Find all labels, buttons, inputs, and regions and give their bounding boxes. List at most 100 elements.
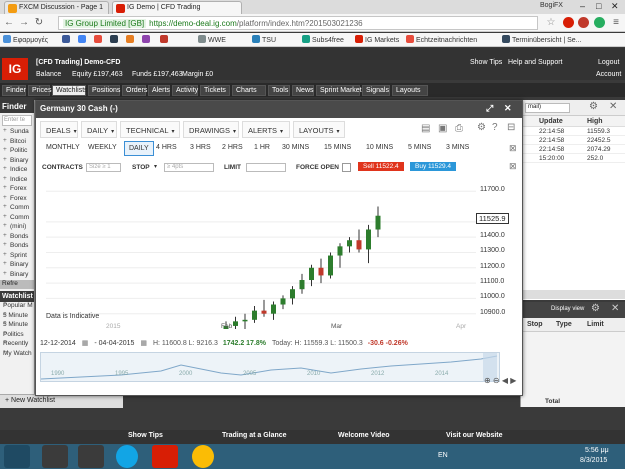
show-tips-link[interactable]: Show Tips — [470, 59, 502, 66]
browser-tab[interactable]: FXCM Discussion - Page 1 — [4, 1, 109, 14]
col-limit[interactable]: Limit — [587, 321, 604, 328]
candle-body[interactable] — [318, 267, 324, 276]
nav-prices[interactable]: Prices — [28, 85, 51, 96]
close-order-icon[interactable]: ⊠ — [509, 161, 517, 172]
nav-signals[interactable]: Signals — [362, 85, 390, 96]
reload-icon[interactable]: ↻ — [32, 16, 46, 30]
account-link[interactable]: Account — [596, 71, 621, 78]
col-stop[interactable]: Stop — [527, 321, 543, 328]
finder-item[interactable]: Bitcoi — [0, 138, 34, 148]
price-chart[interactable] — [46, 179, 476, 329]
extension-icon[interactable] — [563, 17, 574, 28]
clock-time[interactable]: 5:56 μμ — [585, 447, 609, 454]
address-bar[interactable]: IG Group Limited [GB] https://demo-deal.i… — [58, 16, 538, 30]
bookmark-item[interactable]: Εφαρμογές — [3, 35, 48, 44]
size-input[interactable]: Size ≥ 1 — [86, 163, 121, 172]
candle-body[interactable] — [242, 319, 248, 322]
stop-dropdown-icon[interactable]: ▾ — [154, 163, 157, 170]
menu-icon[interactable]: ≡ — [609, 16, 623, 30]
chart-menu-alerts[interactable]: ALERTS ▾ — [242, 121, 290, 138]
candle-body[interactable] — [290, 289, 295, 299]
account-title[interactable]: [CFD Trading] Demo-CFD — [36, 59, 120, 66]
candle-body[interactable] — [375, 215, 381, 230]
finder-item[interactable]: Binary — [0, 261, 34, 271]
finder-item[interactable]: Forex — [0, 185, 34, 195]
chart-title-bar[interactable]: Germany 30 Cash (-) ⤢ ✕ — [36, 101, 522, 118]
price-row[interactable]: 22:14:58 22452.5 — [521, 136, 625, 145]
timeframe-1-hr[interactable]: 1 HR — [250, 141, 274, 156]
finder-item[interactable]: Indice — [0, 176, 34, 186]
candle-body[interactable] — [252, 310, 257, 320]
close-window-icon[interactable]: ✕ — [611, 1, 619, 12]
bookmark-item[interactable]: Subs4free — [302, 35, 344, 44]
candle-body[interactable] — [309, 267, 314, 281]
watchlist-item[interactable]: 5 Minute — [0, 312, 34, 322]
finder-item[interactable]: Comm — [0, 204, 34, 214]
timeframe-5-mins[interactable]: 5 MINS — [404, 141, 435, 156]
nav-layouts[interactable]: Layouts — [392, 85, 428, 96]
show-tips-footer-link[interactable]: Show Tips — [128, 432, 163, 439]
force-open-checkbox[interactable] — [342, 163, 351, 172]
bookmark-item[interactable] — [160, 35, 170, 44]
timeframe-3-hrs[interactable]: 3 HRS — [186, 141, 215, 156]
candle-body[interactable] — [261, 310, 267, 314]
help-link[interactable]: Help and Support — [508, 59, 562, 66]
app-icon[interactable] — [42, 445, 68, 468]
bookmark-item[interactable]: TSU — [252, 35, 276, 44]
timeframe-10-mins[interactable]: 10 MINS — [362, 141, 397, 156]
image-icon[interactable]: ▣ — [438, 123, 447, 134]
chrome-icon[interactable] — [192, 445, 214, 468]
finder-item[interactable]: Binary — [0, 271, 34, 281]
nav-sprint-markets[interactable]: Sprint Markets — [316, 85, 365, 96]
finder-item[interactable]: Forex — [0, 195, 34, 205]
timeframe-30-mins[interactable]: 30 MINS — [278, 141, 313, 156]
date-to[interactable]: 04-04-2015 — [99, 340, 135, 347]
nav-positions[interactable]: Positions — [88, 85, 120, 96]
bookmark-item[interactable] — [142, 35, 152, 44]
minimize-icon[interactable]: – — [580, 1, 585, 11]
nav-orders[interactable]: Orders — [122, 85, 147, 96]
bookmark-item[interactable] — [62, 35, 72, 44]
close-icon[interactable]: ✕ — [504, 103, 512, 114]
timeframe-daily[interactable]: DAILY — [124, 141, 154, 156]
timeframe-4-hrs[interactable]: 4 HRS — [152, 141, 181, 156]
stop-label[interactable]: STOP — [132, 164, 150, 171]
bookmark-item[interactable]: WWE — [198, 35, 226, 44]
chart-menu-layouts[interactable]: LAYOUTS ▾ — [293, 121, 345, 138]
price-row[interactable]: 15:20:00 252.0 — [521, 154, 625, 163]
navigator-controls-icon[interactable]: ⊕ ⊖ ◀ ▶ — [484, 376, 516, 385]
market-dropdown[interactable]: mail) — [525, 103, 570, 113]
new-watchlist-button[interactable]: + New Watchlist — [5, 397, 55, 404]
timeframe-monthly[interactable]: MONTHLY — [42, 141, 84, 156]
chart-menu-deals[interactable]: DEALS ▾ — [40, 121, 78, 138]
logout-link[interactable]: Logout — [598, 59, 619, 66]
nav-tools[interactable]: Tools — [268, 85, 290, 96]
col-update[interactable]: Update — [539, 118, 563, 125]
watchlist-item[interactable]: 5 Minute — [0, 321, 34, 331]
clock-date[interactable]: 8/3/2015 — [580, 457, 607, 464]
display-view-button[interactable]: Display view — [551, 306, 584, 312]
candle-body[interactable] — [356, 240, 362, 250]
nav-alerts[interactable]: Alerts — [148, 85, 170, 96]
browser-tab-active[interactable]: IG Demo | CFD Trading — [112, 1, 242, 14]
bookmark-item[interactable]: Terminübersicht | Se... — [502, 35, 582, 44]
start-icon[interactable] — [4, 445, 30, 468]
date-from[interactable]: 12-12-2014 — [40, 340, 76, 347]
finder-item[interactable]: Sunda — [0, 128, 34, 138]
watchlist-item[interactable]: My Watch — [0, 350, 34, 360]
bookmark-item[interactable] — [78, 35, 88, 44]
stop-input[interactable]: ≥ 4pts — [164, 163, 214, 172]
bookmark-item[interactable]: Echtzeitnachrichten — [406, 35, 477, 44]
candle-body[interactable] — [347, 240, 352, 247]
welcome-video-link[interactable]: Welcome Video — [338, 432, 389, 439]
star-icon[interactable]: ☆ — [544, 16, 558, 30]
back-icon[interactable]: ← — [2, 16, 16, 30]
language-indicator[interactable]: EN — [438, 452, 448, 459]
extension-icon[interactable] — [594, 17, 605, 28]
bookmark-item[interactable] — [94, 35, 104, 44]
refresh-button[interactable]: Refre — [0, 280, 34, 289]
horizontal-scrollbar[interactable] — [521, 290, 625, 299]
candle-body[interactable] — [280, 298, 286, 305]
skype-icon[interactable] — [116, 445, 138, 468]
close-icon[interactable]: ✕ — [609, 101, 617, 112]
